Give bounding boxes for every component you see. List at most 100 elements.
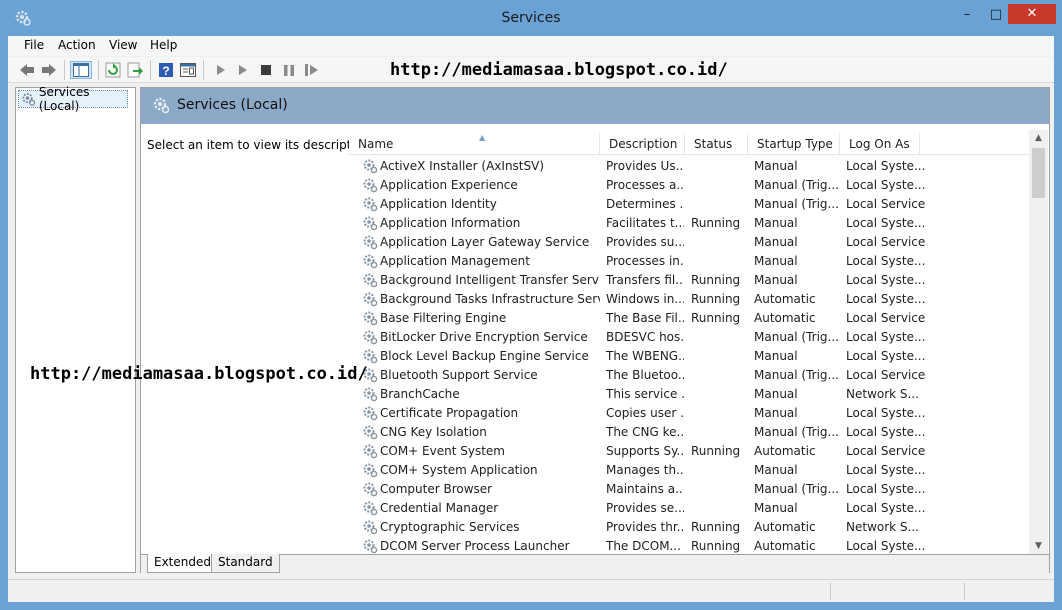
- service-startup-type: Manual (Trig...: [754, 425, 839, 439]
- service-log-on-as: Local Syste...: [846, 292, 926, 306]
- pause-service-icon[interactable]: [280, 61, 298, 79]
- menu-help[interactable]: Help: [150, 38, 177, 52]
- table-row[interactable]: Background Intelligent Transfer Service T…: [349, 270, 1039, 289]
- service-description: Windows in...: [606, 292, 684, 306]
- table-row[interactable]: Application Layer Gateway Service Provide…: [349, 232, 1039, 251]
- tree-item-label: Services (Local): [38, 85, 90, 113]
- column-header-status[interactable]: Status: [685, 133, 748, 155]
- table-row[interactable]: CNG Key Isolation The CNG ke... Manual (Tr…: [349, 422, 1039, 441]
- service-gear-icon: [363, 539, 378, 554]
- service-gear-icon: [363, 520, 378, 535]
- service-name: Credential Manager: [380, 501, 499, 515]
- table-row[interactable]: Cryptographic Services Provides thr... Run…: [349, 517, 1039, 536]
- services-gear-icon: [153, 97, 170, 114]
- stop-service-icon[interactable]: [257, 61, 275, 79]
- tab-extended[interactable]: Extended: [147, 554, 218, 573]
- table-row[interactable]: Application Management Processes in... Man…: [349, 251, 1039, 270]
- table-row[interactable]: BitLocker Drive Encryption Service BDESVC…: [349, 327, 1039, 346]
- service-name: BranchCache: [380, 387, 460, 401]
- service-name: Application Identity: [380, 197, 497, 211]
- service-status: [691, 234, 751, 250]
- restart-service-icon[interactable]: [303, 61, 321, 79]
- client-area: File Action View Help ? http://mediamasa…: [8, 36, 1054, 602]
- service-gear-icon: [363, 406, 378, 421]
- service-startup-type: Manual (Trig...: [754, 197, 839, 211]
- service-name: Background Tasks Infrastructure Service: [380, 292, 600, 306]
- service-name: Cryptographic Services: [380, 520, 520, 534]
- scroll-down-icon[interactable]: ▼: [1029, 538, 1048, 554]
- service-gear-icon: [363, 178, 378, 193]
- service-description: The Bluetoo...: [606, 368, 684, 382]
- table-row[interactable]: COM+ System Application Manages th... Manu…: [349, 460, 1039, 479]
- column-header-startup-type[interactable]: Startup Type: [748, 133, 840, 155]
- service-name: CNG Key Isolation: [380, 425, 487, 439]
- back-icon[interactable]: [18, 61, 36, 79]
- column-header-name[interactable]: ▲ Name: [349, 133, 600, 155]
- service-name: Bluetooth Support Service: [380, 368, 538, 382]
- start-service-icon[interactable]: [212, 61, 230, 79]
- sort-ascending-icon: ▲: [479, 133, 486, 142]
- service-status: [691, 462, 751, 478]
- service-description: Processes a...: [606, 178, 684, 192]
- refresh-icon[interactable]: [104, 61, 122, 79]
- tab-standard[interactable]: Standard: [211, 554, 280, 573]
- service-gear-icon: [363, 159, 378, 174]
- service-description: Processes in...: [606, 254, 684, 268]
- service-status: [691, 348, 751, 364]
- service-startup-type: Manual: [754, 235, 798, 249]
- table-row[interactable]: Computer Browser Maintains a... Manual (Tr…: [349, 479, 1039, 498]
- start-service-alt-icon[interactable]: [234, 61, 252, 79]
- show-hide-console-tree-icon[interactable]: [70, 61, 92, 79]
- service-log-on-as: Local Syste...: [846, 406, 926, 420]
- service-description: BDESVC hos...: [606, 330, 684, 344]
- forward-icon[interactable]: [40, 61, 58, 79]
- close-button[interactable]: ✕: [1008, 4, 1056, 24]
- service-gear-icon: [363, 482, 378, 497]
- table-row[interactable]: Application Information Facilitates t... R…: [349, 213, 1039, 232]
- menu-view[interactable]: View: [109, 38, 137, 52]
- scroll-up-icon[interactable]: ▲: [1029, 130, 1048, 146]
- service-log-on-as: Local Syste...: [846, 216, 926, 230]
- table-row[interactable]: Bluetooth Support Service The Bluetoo... M…: [349, 365, 1039, 384]
- vertical-scrollbar[interactable]: ▲ ▼: [1029, 130, 1048, 554]
- help-icon[interactable]: ?: [157, 61, 175, 79]
- table-row[interactable]: DCOM Server Process Launcher The DCOM... R…: [349, 536, 1039, 555]
- service-name: COM+ Event System: [380, 444, 505, 458]
- service-name: Block Level Backup Engine Service: [380, 349, 589, 363]
- services-pane: Services (Local) Select an item to view …: [140, 87, 1050, 573]
- scroll-thumb[interactable]: [1032, 148, 1045, 198]
- service-description: Provides thr...: [606, 520, 684, 534]
- maximize-button[interactable]: □: [984, 5, 1008, 27]
- table-row[interactable]: Background Tasks Infrastructure Service W…: [349, 289, 1039, 308]
- table-row[interactable]: Credential Manager Provides se... Manual Lo…: [349, 498, 1039, 517]
- table-row[interactable]: Certificate Propagation Copies user ... Ma…: [349, 403, 1039, 422]
- tree-item-services-local[interactable]: Services (Local): [18, 85, 128, 113]
- service-name: Application Layer Gateway Service: [380, 235, 590, 249]
- service-status: [691, 405, 751, 421]
- service-startup-type: Manual: [754, 216, 798, 230]
- menu-action[interactable]: Action: [58, 38, 96, 52]
- export-list-icon[interactable]: [126, 61, 144, 79]
- table-row[interactable]: Base Filtering Engine The Base Fil... Runn…: [349, 308, 1039, 327]
- table-row[interactable]: Application Identity Determines ... Manual…: [349, 194, 1039, 213]
- minimize-button[interactable]: –: [950, 5, 984, 27]
- service-log-on-as: Local Syste...: [846, 539, 926, 553]
- table-row[interactable]: COM+ Event System Supports Sy... Running Au…: [349, 441, 1039, 460]
- pane-title: Services (Local): [177, 97, 288, 113]
- toolbar-separator: [64, 60, 65, 80]
- service-status: Running: [691, 216, 741, 230]
- table-row[interactable]: ActiveX Installer (AxInstSV) Provides Us.…: [349, 156, 1039, 175]
- column-header-log-on-as[interactable]: Log On As: [840, 133, 920, 155]
- table-row[interactable]: Application Experience Processes a... Manu…: [349, 175, 1039, 194]
- service-startup-type: Manual: [754, 349, 798, 363]
- menu-file[interactable]: File: [24, 38, 44, 52]
- table-row[interactable]: Block Level Backup Engine Service The WBE…: [349, 346, 1039, 365]
- service-status: [691, 253, 751, 269]
- table-row[interactable]: BranchCache This service ... Manual Network…: [349, 384, 1039, 403]
- service-status: [691, 424, 751, 440]
- properties-icon[interactable]: [179, 61, 197, 79]
- service-startup-type: Automatic: [754, 292, 816, 306]
- service-name: ActiveX Installer (AxInstSV): [380, 159, 545, 173]
- column-header-description[interactable]: Description: [600, 133, 685, 155]
- service-gear-icon: [363, 292, 378, 307]
